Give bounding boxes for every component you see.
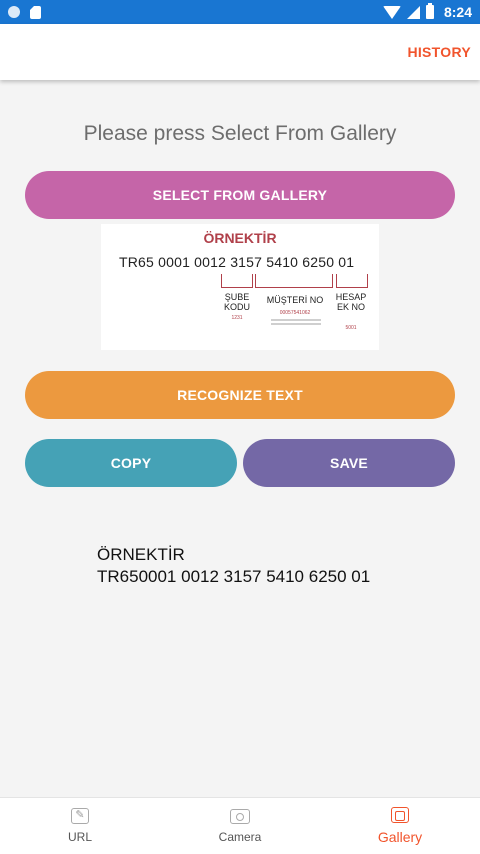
bracket-musteri <box>255 274 333 288</box>
image-title-text: ÖRNEKTİR <box>203 230 277 246</box>
recognized-text-line-1: ÖRNEKTİR <box>97 545 185 564</box>
wifi-icon <box>382 5 401 19</box>
status-time: 8:24 <box>443 4 472 20</box>
camera-icon <box>230 808 250 824</box>
nav-item-gallery[interactable]: Gallery <box>320 798 480 854</box>
app-bar: HISTORY <box>0 24 480 80</box>
recognized-text[interactable]: ÖRNEKTİR TR650001 0012 3157 5410 6250 01 <box>97 544 370 588</box>
save-button[interactable]: SAVE <box>243 439 455 487</box>
signal-icon <box>406 5 420 19</box>
nav-item-camera[interactable]: Camera <box>160 798 320 854</box>
bottom-navigation: ✎ URL Camera Gallery <box>0 797 480 854</box>
image-label-sube: ŞUBE KODU <box>223 292 250 312</box>
bracket-sube <box>221 274 253 288</box>
battery-icon <box>425 3 434 19</box>
edit-icon: ✎ <box>71 808 89 824</box>
nav-item-url[interactable]: ✎ URL <box>0 798 160 854</box>
history-button[interactable]: HISTORY <box>407 44 471 60</box>
recognize-text-button[interactable]: RECOGNIZE TEXT <box>25 371 455 419</box>
copy-button[interactable]: COPY <box>25 439 237 487</box>
gallery-icon <box>391 807 409 823</box>
select-from-gallery-button[interactable]: SELECT FROM GALLERY <box>25 171 455 219</box>
selected-image: ÖRNEKTİR TR65 0001 0012 3157 5410 6250 0… <box>101 224 379 350</box>
image-fine-print <box>271 319 321 321</box>
image-iban-text: TR65 0001 0012 3157 5410 6250 01 <box>119 254 355 270</box>
sd-card-icon <box>30 5 41 19</box>
nav-label-camera: Camera <box>218 829 262 844</box>
circle-icon <box>8 6 20 18</box>
status-bar: 8:24 <box>0 0 480 24</box>
image-label-musteri: MÜŞTERİ NO <box>266 295 324 305</box>
image-label-hesap: HESAP EK NO <box>335 292 367 312</box>
image-sub-sube: 1231 <box>231 315 243 321</box>
bracket-hesap <box>336 274 368 288</box>
nav-label-gallery: Gallery <box>377 829 423 845</box>
image-sub-musteri: 00057541062 <box>279 310 311 316</box>
prompt-text: Please press Select From Gallery <box>83 122 397 145</box>
nav-label-url: URL <box>67 830 92 844</box>
image-sub-hesap: 5001 <box>345 325 357 331</box>
recognized-text-line-2: TR650001 0012 3157 5410 6250 01 <box>97 567 371 586</box>
image-fine-print <box>271 323 321 325</box>
